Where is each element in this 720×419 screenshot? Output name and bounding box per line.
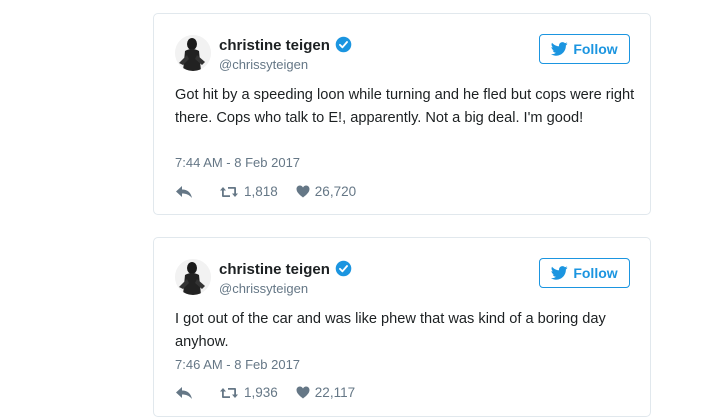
retweet-button[interactable]: 1,818 (219, 184, 278, 199)
display-name[interactable]: christine teigen (219, 260, 352, 278)
tweet-text: Got hit by a speeding loon while turning… (175, 87, 635, 126)
tweet-card: christine teigen @chrissyteigen Follow I… (153, 237, 651, 417)
tweet-timestamp[interactable]: 7:44 AM - 8 Feb 2017 (175, 155, 300, 170)
retweet-icon (220, 186, 238, 197)
avatar-photo (175, 259, 211, 295)
display-name-text[interactable]: christine teigen (219, 37, 330, 54)
reply-button[interactable] (175, 185, 193, 199)
tweet-timestamp[interactable]: 7:46 AM - 8 Feb 2017 (175, 357, 300, 372)
avatar-photo (175, 35, 211, 71)
like-count: 22,117 (314, 385, 356, 400)
verified-badge-icon (335, 36, 352, 53)
display-name-text[interactable]: christine teigen (219, 261, 330, 278)
retweet-count: 1,936 (244, 385, 278, 400)
twitter-bird-icon (551, 42, 568, 56)
follow-label: Follow (573, 41, 618, 57)
follow-button[interactable]: Follow (539, 258, 630, 288)
retweet-button[interactable]: 1,936 (219, 385, 278, 400)
tweet-card: christine teigen @chrissyteigen Follow G… (153, 13, 651, 215)
tweet-text: I got out of the car and was like phew t… (175, 311, 606, 350)
heart-icon (296, 386, 310, 399)
like-count: 26,720 (314, 184, 357, 199)
avatar[interactable] (175, 35, 211, 71)
user-handle[interactable]: @chrissyteigen (219, 57, 308, 72)
reply-icon (176, 386, 192, 399)
avatar[interactable] (175, 259, 211, 295)
twitter-bird-icon (551, 266, 568, 280)
follow-label: Follow (573, 265, 618, 281)
retweet-count: 1,818 (244, 184, 278, 199)
like-button[interactable]: 26,720 (296, 184, 356, 199)
heart-icon (296, 185, 310, 198)
follow-button[interactable]: Follow (539, 34, 630, 64)
user-handle[interactable]: @chrissyteigen (219, 281, 308, 296)
like-button[interactable]: 22,117 (296, 385, 355, 400)
tweet-actions: 1,818 26,720 (175, 184, 356, 199)
reply-icon (176, 185, 192, 198)
retweet-icon (220, 387, 238, 398)
tweet-actions: 1,936 22,117 (175, 385, 355, 400)
display-name[interactable]: christine teigen (219, 36, 352, 54)
reply-button[interactable] (175, 386, 193, 400)
verified-badge-icon (335, 260, 352, 277)
